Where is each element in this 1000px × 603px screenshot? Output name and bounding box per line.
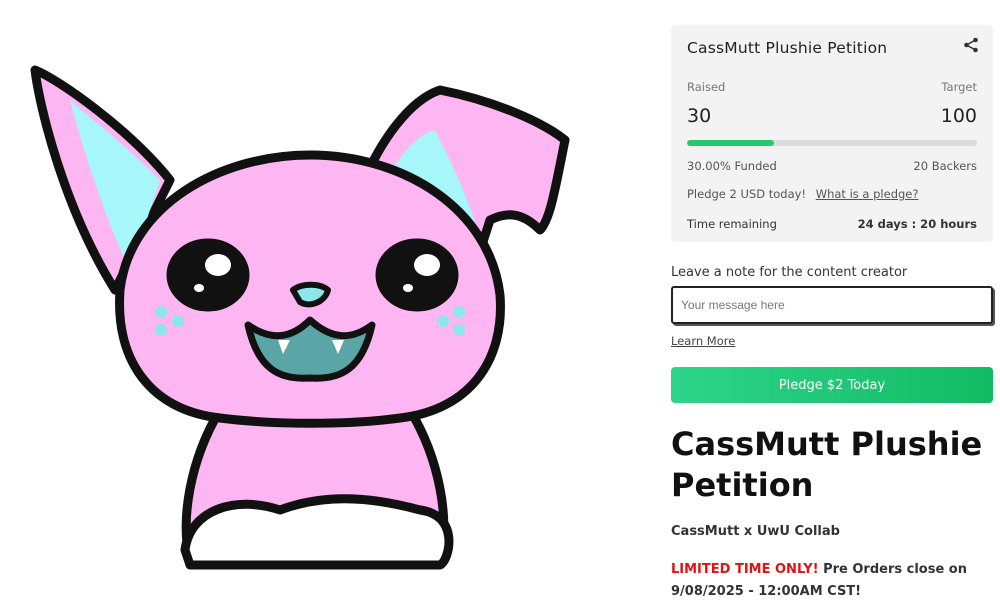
- page-title: CassMutt Plushie Petition: [671, 425, 983, 504]
- limited-time-notice: LIMITED TIME ONLY! Pre Orders close on 9…: [671, 559, 991, 603]
- collab-subtitle: CassMutt x UwU Collab: [671, 524, 840, 539]
- campaign-summary-card: CassMutt Plushie Petition Raised Target …: [671, 25, 993, 242]
- target-value: 100: [940, 105, 977, 127]
- pink-puppy-illustration: [30, 65, 570, 570]
- funding-progress-bar: [687, 140, 977, 146]
- limited-time-highlight: LIMITED TIME ONLY!: [671, 562, 819, 577]
- raised-value: 30: [687, 105, 712, 127]
- time-remaining-label: Time remaining: [687, 217, 777, 231]
- campaign-card-title: CassMutt Plushie Petition: [687, 39, 888, 57]
- product-illustration: [20, 40, 600, 590]
- learn-more-link[interactable]: Learn More: [671, 334, 735, 348]
- note-label: Leave a note for the content creator: [671, 265, 908, 280]
- note-input[interactable]: [671, 286, 993, 324]
- raised-label: Raised: [687, 80, 726, 94]
- pledge-text: Pledge 2 USD today!: [687, 187, 807, 201]
- pledge-info: Pledge 2 USD today! What is a pledge?: [687, 187, 918, 201]
- funding-progress-fill: [687, 140, 774, 146]
- backers-count: 20 Backers: [913, 159, 977, 173]
- time-remaining-value: 24 days : 20 hours: [857, 217, 977, 231]
- share-icon[interactable]: [963, 37, 979, 53]
- funded-percent: 30.00% Funded: [687, 159, 777, 173]
- pledge-button[interactable]: Pledge $2 Today: [671, 367, 993, 403]
- what-is-pledge-link[interactable]: What is a pledge?: [816, 187, 919, 201]
- target-label: Target: [941, 80, 977, 94]
